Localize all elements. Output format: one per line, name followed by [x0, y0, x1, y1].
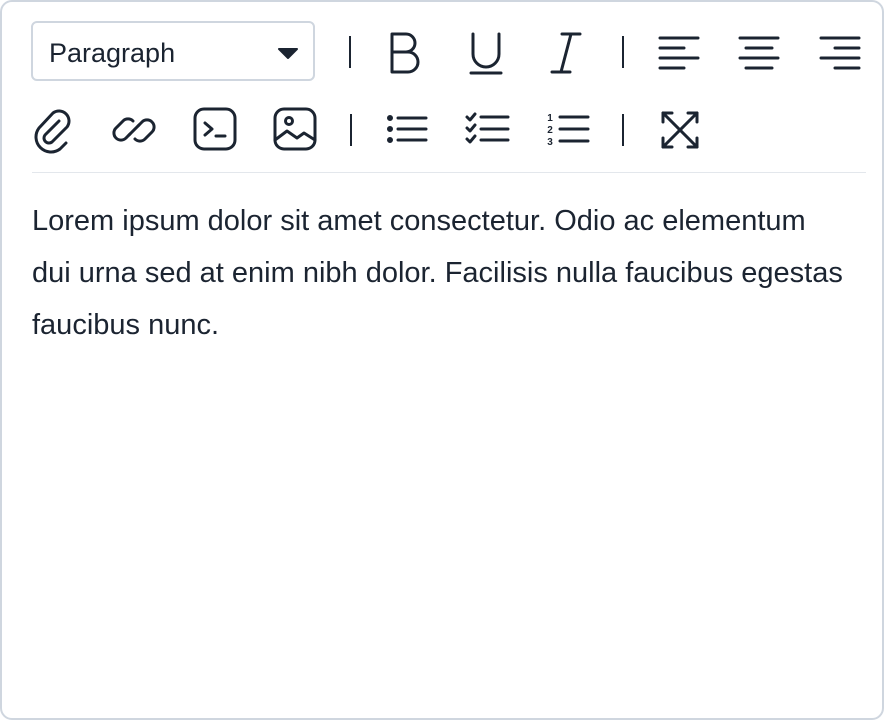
- toolbar-separator: [622, 36, 624, 68]
- underline-button[interactable]: [458, 24, 514, 80]
- numbered-list-digit: 2: [547, 125, 553, 136]
- align-right-icon: [819, 36, 861, 70]
- fullscreen-button[interactable]: [652, 102, 708, 158]
- block-format-value: Paragraph: [49, 38, 176, 68]
- toolbar-separator: [350, 114, 352, 146]
- bullet-list-button[interactable]: [380, 102, 436, 158]
- bold-button[interactable]: [377, 24, 433, 80]
- align-left-button[interactable]: [651, 24, 707, 80]
- attachment-button[interactable]: [26, 102, 82, 158]
- align-right-button[interactable]: [812, 24, 868, 80]
- caret-down-icon: [278, 48, 298, 59]
- numbered-list-button[interactable]: 1 2 3: [540, 102, 596, 158]
- image-icon: [273, 107, 317, 151]
- link-icon: [112, 117, 156, 143]
- checklist-button[interactable]: [460, 102, 516, 158]
- numbered-list-icon: 1 2 3: [547, 113, 590, 148]
- align-center-button[interactable]: [731, 24, 787, 80]
- align-center-icon: [738, 36, 780, 70]
- italic-icon: [550, 32, 582, 74]
- toolbar-separator: [349, 36, 351, 68]
- terminal-icon: [193, 107, 237, 151]
- numbered-list-digit: 1: [547, 113, 553, 124]
- underline-icon: [469, 32, 503, 75]
- bullet-list-icon: [387, 115, 428, 143]
- toolbar-separator: [622, 114, 624, 146]
- fullscreen-icon: [661, 111, 699, 149]
- block-format-select[interactable]: Paragraph: [31, 21, 315, 81]
- toolbar-divider: [32, 172, 866, 173]
- align-left-icon: [658, 36, 700, 70]
- code-block-button[interactable]: [187, 102, 243, 158]
- bold-icon: [390, 32, 420, 74]
- paperclip-icon: [34, 109, 71, 154]
- rich-text-editor: Paragraph 1 2 3 Lorem ipsum dolor sit am…: [0, 0, 884, 720]
- checklist-icon: [465, 112, 510, 144]
- link-button[interactable]: [106, 102, 162, 158]
- editor-content[interactable]: Lorem ipsum dolor sit amet consectetur. …: [32, 195, 852, 351]
- numbered-list-digit: 3: [547, 137, 553, 148]
- italic-button[interactable]: [538, 24, 594, 80]
- image-button[interactable]: [267, 102, 323, 158]
